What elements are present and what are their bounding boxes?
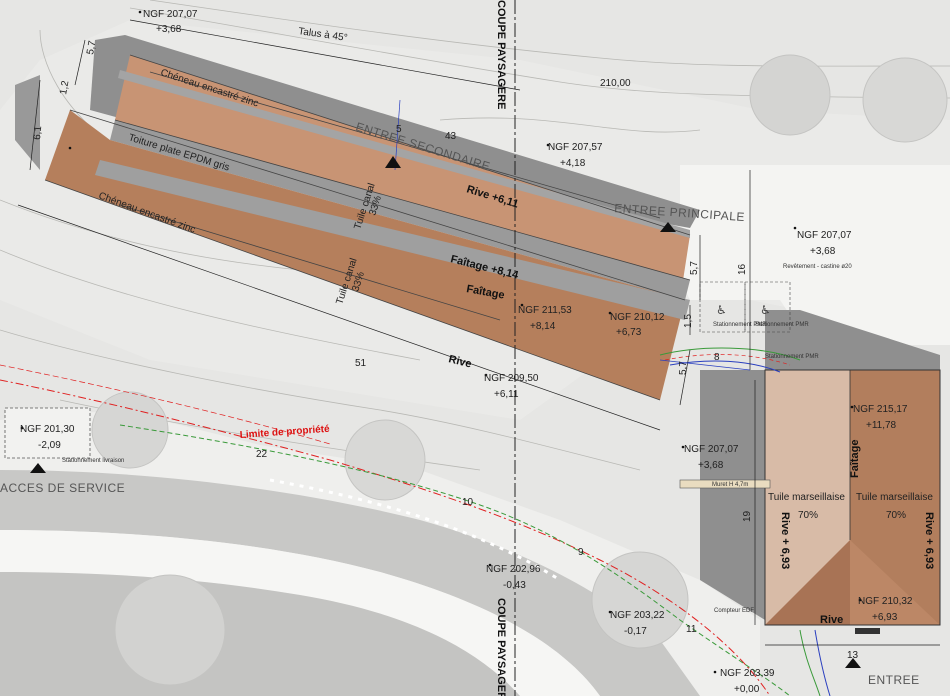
dim-51: 51 xyxy=(355,358,367,369)
tuile-marseillaise-left: Tuile marseillaise xyxy=(768,492,845,503)
site-plan: NGF 207,07 +3,68 Talus à 45° 210,00 COUP… xyxy=(0,0,950,696)
tuile-marseillaise-left-pct: 70% xyxy=(798,510,818,521)
dim-10: 10 xyxy=(462,497,474,508)
dim-6-1: 6,1 xyxy=(32,125,44,140)
ngf-21153: NGF 211,53 xyxy=(518,305,572,316)
ngf-20322-height: -0,17 xyxy=(624,626,647,637)
ngf-20130: NGF 201,30 xyxy=(20,424,75,435)
entree-label: ENTREE xyxy=(868,673,920,687)
dim-22: 22 xyxy=(256,449,268,460)
ngf-20950-height: +6,11 xyxy=(494,389,519,400)
ngf-20339: NGF 203,39 xyxy=(720,668,775,679)
ngf-20130-height: -2,09 xyxy=(38,440,61,451)
ngf-20707-right-height: +3,68 xyxy=(810,246,836,257)
ngf-21032: NGF 210,32 xyxy=(858,596,913,607)
stationnement-livraison: Stationnement livraison xyxy=(62,458,124,464)
rive-693-left: Rive + 6,93 xyxy=(779,512,791,569)
dim-11: 11 xyxy=(686,624,697,635)
dim-13: 13 xyxy=(847,650,859,661)
dim-8: 8 xyxy=(714,352,720,363)
dim-19: 19 xyxy=(742,510,753,522)
tuile-marseillaise-right-pct: 70% xyxy=(886,510,906,521)
ngf-20296: NGF 202,96 xyxy=(486,564,541,575)
house-step xyxy=(855,628,880,634)
ngf-20339-height: +0,00 xyxy=(734,684,760,695)
pmr-label-2: Stationnement PMR xyxy=(755,322,809,328)
wheelchair-icon-1: ♿ xyxy=(716,303,727,317)
dim-1-5: 1,5 xyxy=(683,314,694,328)
section-label-top: COUPE PAYSAGERE xyxy=(495,0,507,109)
ngf-21032-height: +6,93 xyxy=(872,612,898,623)
ngf-20707-top: NGF 207,07 xyxy=(143,9,198,20)
ngf-20757: NGF 207,57 xyxy=(548,142,603,153)
ngf-20322: NGF 203,22 xyxy=(610,610,665,621)
ngf-20707-mid-height: +3,68 xyxy=(698,460,724,471)
dim-9: 9 xyxy=(578,547,584,558)
dim-5-7-right: 5,7 xyxy=(689,261,700,275)
rive-693-right: Rive + 6,93 xyxy=(923,512,935,569)
rive-house: Rive xyxy=(820,614,843,626)
dim-5-7-low: 5,7 xyxy=(678,361,689,375)
ngf-21517-height: +11,78 xyxy=(866,420,897,431)
ngf-20707-right: NGF 207,07 xyxy=(797,230,852,241)
tuile-marseillaise-right: Tuile marseillaise xyxy=(856,492,933,503)
ngf-20950: NGF 209,50 xyxy=(484,373,539,384)
ngf-21012: NGF 210,12 xyxy=(610,312,665,323)
acces-service-label: ACCES DE SERVICE xyxy=(0,481,125,495)
pmr-label-3: Stationnement PMR xyxy=(765,354,819,360)
compteur-label: Compteur EDF xyxy=(714,608,754,614)
dim-5: 5 xyxy=(396,124,402,135)
ngf-21012-height: +6,73 xyxy=(616,327,642,338)
faitage-house: Faîtage xyxy=(849,439,861,478)
ngf-20757-height: +4,18 xyxy=(560,158,586,169)
ngf-20296-height: -0,43 xyxy=(503,580,526,591)
ngf-21517: NGF 215,17 xyxy=(853,404,908,415)
ngf-20707-top-height: +3,68 xyxy=(156,24,182,35)
contour-label-210: 210,00 xyxy=(600,78,631,89)
section-label-bottom: COUPE PAYSAGERE xyxy=(495,598,507,696)
ngf-20707-mid: NGF 207,07 xyxy=(684,444,739,455)
revetement-label: Revêtement - castine ø20 xyxy=(783,264,852,270)
muret-label: Muret H 4,7m xyxy=(712,482,748,488)
dim-16: 16 xyxy=(737,263,748,275)
dim-43: 43 xyxy=(445,131,457,142)
ngf-21153-height: +8,14 xyxy=(530,321,556,332)
wheelchair-icon-2: ♿ xyxy=(760,303,771,317)
